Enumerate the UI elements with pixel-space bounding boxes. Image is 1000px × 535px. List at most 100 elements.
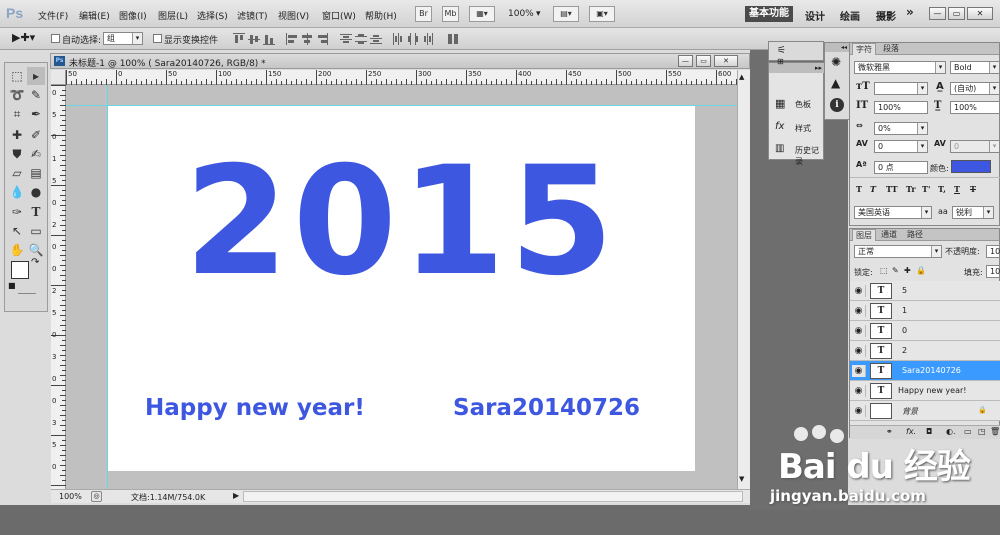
fill-field[interactable]: 100 <box>986 265 1000 278</box>
eraser-tool-icon[interactable]: ▱ <box>8 164 26 182</box>
menu-filter[interactable]: 滤镜(T) <box>237 9 268 22</box>
layer-name[interactable]: Sara20140726 <box>902 366 961 375</box>
distribute-right-icon[interactable] <box>422 33 434 45</box>
screen-mode-button[interactable]: ▣▾ <box>589 6 615 22</box>
blur-tool-icon[interactable]: 💧 <box>8 183 26 201</box>
year-text-layer[interactable]: 2015 <box>107 135 695 309</box>
swap-colors-icon[interactable]: ↷ <box>31 257 39 268</box>
align-bottom-icon[interactable] <box>263 33 275 45</box>
align-top-icon[interactable] <box>233 33 245 45</box>
eye-icon[interactable]: ◉ <box>852 405 866 417</box>
default-colors-icon[interactable]: ■ <box>8 281 16 290</box>
superscript-button[interactable]: T' <box>922 184 930 194</box>
crop-tool-icon[interactable]: ⌗ <box>8 105 26 123</box>
eye-icon[interactable]: ◉ <box>852 345 866 357</box>
opacity-field[interactable]: 100 <box>986 245 1000 258</box>
faux-bold-button[interactable]: T <box>856 184 862 194</box>
greeting-text-layer[interactable]: Happy new year! <box>145 395 365 421</box>
expand-panels-icon[interactable]: ◂◂ <box>825 43 849 52</box>
styles-label[interactable]: 样式 <box>795 123 811 134</box>
move-tool-icon[interactable]: ▸ <box>27 67 45 85</box>
font-size-field[interactable]: ▾ <box>874 82 928 95</box>
antialias-select[interactable]: 锐利 ▾ <box>952 206 994 219</box>
workspace-design[interactable]: 设计 <box>805 8 825 23</box>
swatches-label[interactable]: 色板 <box>795 99 811 110</box>
layer-name[interactable]: 背景 <box>902 406 918 417</box>
tab-channels[interactable]: 通道 <box>878 229 900 241</box>
align-vcenter-icon[interactable] <box>248 33 260 45</box>
bridge-button[interactable]: Br <box>415 6 432 22</box>
layer-row[interactable]: ◉ 背景 🔒 <box>850 401 1000 421</box>
gradient-tool-icon[interactable]: ▤ <box>27 164 45 182</box>
doc-close-icon[interactable]: ✕ <box>714 55 738 67</box>
type-tool-icon[interactable]: T <box>27 203 45 221</box>
arrange-documents-button[interactable]: ▤▾ <box>553 6 579 22</box>
tool-presets-icon[interactable]: ⚟ <box>777 45 786 56</box>
distribute-bottom-icon[interactable] <box>370 33 382 45</box>
quick-selection-tool-icon[interactable]: ✎ <box>27 86 45 104</box>
workspace-essentials[interactable]: 基本功能 <box>745 6 793 22</box>
styles-icon[interactable]: fx <box>775 121 784 132</box>
align-hcenter-icon[interactable] <box>301 33 313 45</box>
distribute-vcenter-icon[interactable] <box>355 33 367 45</box>
align-left-icon[interactable] <box>286 33 298 45</box>
layer-row-selected[interactable]: ◉ T Sara20140726 <box>850 361 1000 381</box>
guide-horizontal[interactable] <box>66 105 737 106</box>
vertical-scrollbar[interactable]: ▲ ▼ <box>737 70 750 489</box>
hand-tool-icon[interactable]: ✋ <box>8 241 26 259</box>
histogram-icon[interactable]: ▲ <box>831 76 840 90</box>
guide-vertical[interactable] <box>107 85 108 489</box>
eye-icon[interactable]: ◉ <box>852 285 866 297</box>
font-style-select[interactable]: Bold ▾ <box>950 61 1000 74</box>
kerning-field[interactable]: 0 ▾ <box>874 140 928 153</box>
eye-icon[interactable]: ◉ <box>852 305 866 317</box>
underline-button[interactable]: T <box>954 184 960 194</box>
history-brush-tool-icon[interactable]: ✍ <box>27 145 45 163</box>
mini-bridge-button[interactable]: Mb <box>442 6 459 22</box>
workspace-photography[interactable]: 摄影 <box>876 8 896 23</box>
layer-name[interactable]: 2 <box>902 346 907 355</box>
layer-row[interactable]: ◉ T 2 <box>850 341 1000 361</box>
tab-paragraph[interactable]: 段落 <box>880 43 902 55</box>
scroll-up-icon[interactable]: ▲ <box>739 73 744 81</box>
subscript-button[interactable]: T, <box>938 184 946 194</box>
menu-edit[interactable]: 编辑(E) <box>79 9 110 22</box>
pen-tool-icon[interactable]: ✑ <box>8 203 26 221</box>
menu-view[interactable]: 视图(V) <box>278 9 309 22</box>
layer-row[interactable]: ◉ T 5 <box>850 281 1000 301</box>
dodge-tool-icon[interactable]: ● <box>27 183 45 201</box>
layer-name[interactable]: 5 <box>902 286 907 295</box>
info-icon[interactable]: i <box>830 98 844 112</box>
strikethrough-button[interactable]: T <box>970 184 976 194</box>
tracking-field[interactable]: 0 ▾ <box>950 140 1000 153</box>
menu-help[interactable]: 帮助(H) <box>365 9 397 22</box>
eye-icon[interactable]: ◉ <box>852 385 866 397</box>
status-menu-icon[interactable]: ◎ <box>91 491 102 502</box>
path-selection-tool-icon[interactable]: ↖ <box>8 222 26 240</box>
canvas-area[interactable]: 2015 Happy new year! Sara20140726 <box>66 85 737 489</box>
shape-tool-icon[interactable]: ▭ <box>27 222 45 240</box>
history-label[interactable]: 历史记录 <box>795 145 823 167</box>
adjustments-icon[interactable]: ✺ <box>831 55 841 69</box>
doc-restore-icon[interactable]: ▭ <box>696 55 711 67</box>
layer-name[interactable]: Happy new year! <box>898 386 966 395</box>
blend-mode-select[interactable]: 正常 ▾ <box>854 245 942 258</box>
font-family-select[interactable]: 微软雅黑 ▾ <box>854 61 946 74</box>
auto-select-dropdown[interactable]: 组 ▾ <box>103 32 143 45</box>
brush-tool-icon[interactable]: ✐ <box>27 126 45 144</box>
tab-character[interactable]: 字符 <box>852 43 876 55</box>
status-arrow-icon[interactable]: ▶ <box>233 491 239 500</box>
workspace-painting[interactable]: 绘画 <box>840 8 860 23</box>
ruler-origin[interactable] <box>51 70 66 85</box>
menu-file[interactable]: 文件(F) <box>38 9 68 22</box>
eyedropper-tool-icon[interactable]: ✒ <box>27 105 45 123</box>
history-icon[interactable]: ▥ <box>775 143 784 154</box>
swatches-icon[interactable]: ▦ <box>775 97 785 110</box>
menu-image[interactable]: 图像(I) <box>119 9 147 22</box>
align-right-icon[interactable] <box>316 33 328 45</box>
foreground-color-swatch[interactable] <box>11 261 29 279</box>
distribute-left-icon[interactable] <box>392 33 404 45</box>
vertical-scale-field[interactable]: 100% <box>874 101 928 114</box>
tracking-pct-field[interactable]: 0% ▾ <box>874 122 928 135</box>
workspace-more-icon[interactable]: » <box>906 5 914 19</box>
